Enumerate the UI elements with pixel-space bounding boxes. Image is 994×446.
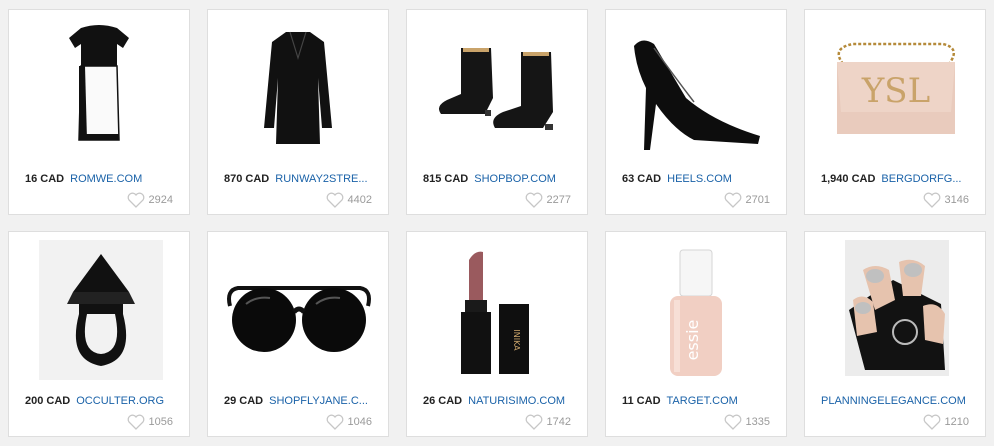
product-card[interactable]: YSL 1,940 CAD BERGDORFG... 3146 xyxy=(804,9,986,215)
price: 63 CAD xyxy=(622,173,662,185)
price: 1,940 CAD xyxy=(821,173,876,185)
product-image-manicure[interactable] xyxy=(845,240,949,376)
like-count: 3146 xyxy=(923,192,969,208)
price-line: 200 CAD OCCULTER.ORG xyxy=(25,395,164,407)
heart-icon[interactable] xyxy=(724,414,742,430)
price-line: 815 CAD SHOPBOP.COM xyxy=(423,173,556,185)
price-line: 1,940 CAD BERGDORFG... xyxy=(821,173,961,185)
product-image-pump[interactable] xyxy=(624,18,770,158)
product-card[interactable]: 29 CAD SHOPFLYJANE.C... 1046 xyxy=(207,231,389,437)
heart-icon[interactable] xyxy=(525,414,543,430)
heart-icon[interactable] xyxy=(923,192,941,208)
like-count-value: 1335 xyxy=(745,416,770,428)
price-line: 26 CAD NATURISIMO.COM xyxy=(423,395,565,407)
price: 815 CAD xyxy=(423,173,469,185)
like-count: 1046 xyxy=(326,414,372,430)
price: 11 CAD xyxy=(622,395,661,407)
store-link[interactable]: PLANNINGELEGANCE.COM xyxy=(821,395,966,407)
like-count-value: 2924 xyxy=(148,194,173,206)
price-line: 16 CAD ROMWE.COM xyxy=(25,173,142,185)
heart-icon[interactable] xyxy=(326,192,344,208)
heart-icon[interactable] xyxy=(724,192,742,208)
store-link[interactable]: TARGET.COM xyxy=(667,395,738,407)
price: 29 CAD xyxy=(224,395,264,407)
product-card[interactable]: 815 CAD SHOPBOP.COM 2277 xyxy=(406,9,588,215)
price: 26 CAD xyxy=(423,395,463,407)
like-count: 1056 xyxy=(127,414,173,430)
heart-icon[interactable] xyxy=(127,192,145,208)
price-line: 870 CAD RUNWAY2STRE... xyxy=(224,173,368,185)
heart-icon[interactable] xyxy=(127,414,145,430)
product-image-nail-polish[interactable]: essie xyxy=(636,240,756,380)
product-image-boots[interactable] xyxy=(425,18,571,158)
like-count: 2277 xyxy=(525,192,571,208)
product-image-ring[interactable] xyxy=(39,240,163,380)
product-card[interactable]: INIKA 26 CAD NATURISIMO.COM 1742 xyxy=(406,231,588,437)
product-card[interactable]: 16 CAD ROMWE.COM 2924 xyxy=(8,9,190,215)
store-link[interactable]: BERGDORFG... xyxy=(881,173,961,185)
product-card[interactable]: essie 11 CAD TARGET.COM 1335 xyxy=(605,231,787,437)
store-link[interactable]: NATURISIMO.COM xyxy=(468,395,565,407)
like-count-value: 3146 xyxy=(944,194,969,206)
product-image-sunglasses[interactable] xyxy=(222,240,376,380)
svg-text:YSL: YSL xyxy=(861,71,930,111)
product-image-dress[interactable] xyxy=(39,18,159,158)
price-line: 29 CAD SHOPFLYJANE.C... xyxy=(224,395,368,407)
product-card[interactable]: 870 CAD RUNWAY2STRE... 4402 xyxy=(207,9,389,215)
like-count-value: 2701 xyxy=(745,194,770,206)
svg-text:INIKA: INIKA xyxy=(512,329,521,351)
store-link[interactable]: RUNWAY2STRE... xyxy=(275,173,367,185)
price-line: 63 CAD HEELS.COM xyxy=(622,173,732,185)
store-link[interactable]: SHOPBOP.COM xyxy=(474,173,556,185)
like-count-value: 1046 xyxy=(347,416,372,428)
store-link[interactable]: SHOPFLYJANE.C... xyxy=(269,395,368,407)
heart-icon[interactable] xyxy=(923,414,941,430)
store-link[interactable]: ROMWE.COM xyxy=(70,173,142,185)
like-count-value: 4402 xyxy=(347,194,372,206)
price-line: PLANNINGELEGANCE.COM xyxy=(821,395,966,407)
like-count: 4402 xyxy=(326,192,372,208)
product-card[interactable]: 63 CAD HEELS.COM 2701 xyxy=(605,9,787,215)
product-image-lipstick[interactable]: INIKA xyxy=(437,240,557,380)
like-count-value: 1056 xyxy=(148,416,173,428)
like-count: 2701 xyxy=(724,192,770,208)
product-image-handbag[interactable]: YSL xyxy=(823,18,969,158)
like-count-value: 1210 xyxy=(944,416,969,428)
like-count: 2924 xyxy=(127,192,173,208)
heart-icon[interactable] xyxy=(326,414,344,430)
like-count: 1742 xyxy=(525,414,571,430)
store-link[interactable]: OCCULTER.ORG xyxy=(76,395,164,407)
product-card[interactable]: PLANNINGELEGANCE.COM 1210 xyxy=(804,231,986,437)
price: 870 CAD xyxy=(224,173,270,185)
like-count: 1335 xyxy=(724,414,770,430)
like-count-value: 1742 xyxy=(546,416,571,428)
store-link[interactable]: HEELS.COM xyxy=(667,173,732,185)
price: 200 CAD xyxy=(25,395,71,407)
heart-icon[interactable] xyxy=(525,192,543,208)
product-card[interactable]: 200 CAD OCCULTER.ORG 1056 xyxy=(8,231,190,437)
like-count-value: 2277 xyxy=(546,194,571,206)
svg-text:essie: essie xyxy=(683,320,702,361)
like-count: 1210 xyxy=(923,414,969,430)
price: 16 CAD xyxy=(25,173,65,185)
product-image-coat[interactable] xyxy=(238,18,358,158)
price-line: 11 CAD TARGET.COM xyxy=(622,395,738,407)
